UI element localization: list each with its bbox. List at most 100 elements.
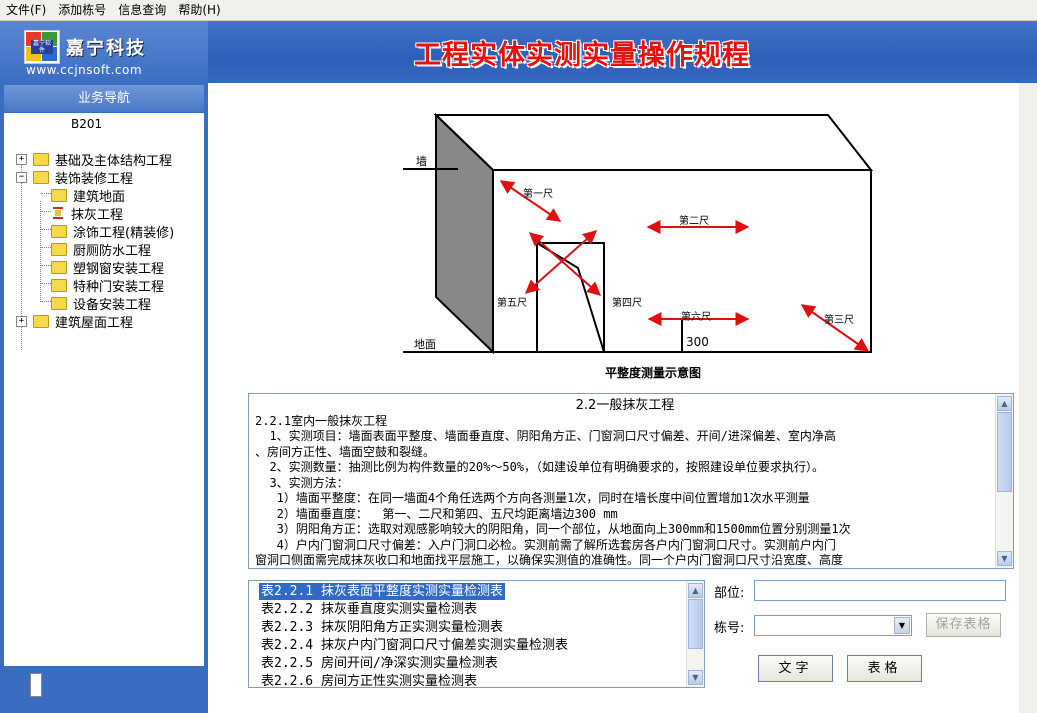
scroll-up-icon[interactable]: ▲ — [997, 396, 1012, 411]
doc-line: 1）墙面平整度：在同一墙面4个角任选两个方向各测量1次，同时在墙长度中间位置增加… — [255, 491, 810, 505]
tree-node-label: 建筑屋面工程 — [55, 315, 134, 331]
folder-icon — [51, 260, 67, 274]
ceiling-outline — [433, 114, 874, 171]
ruler-2-label: 第二尺 — [679, 214, 709, 227]
list-item[interactable]: 表2.2.3 抹灰阴阳角方正实测实量检测表 — [261, 619, 503, 636]
status-indicator — [30, 673, 42, 697]
menu-help[interactable]: 帮助(H) — [172, 0, 226, 20]
tree-node-label: 特种门安装工程 — [73, 279, 165, 295]
page-scrollbar[interactable] — [1019, 83, 1037, 713]
scroll-thumb[interactable] — [688, 599, 703, 649]
tree-root[interactable]: B201 — [71, 117, 102, 131]
tree-guide — [41, 229, 51, 230]
doc-line: 2、实测数量：抽测比例为构件数量的20%～50%，（如建设单位有明确要求的，按照… — [255, 460, 825, 474]
tree-node-label: 厨厕防水工程 — [73, 243, 152, 259]
folder-icon — [51, 278, 67, 292]
location-label: 部位: — [714, 586, 745, 601]
tree-node-label: 抹灰工程 — [71, 207, 124, 223]
building-select[interactable]: ▼ — [754, 615, 912, 636]
list-item[interactable]: 表2.2.1 抹灰表面平整度实测实量检测表 — [259, 583, 505, 600]
tree-node-foundation[interactable]: + 基础及主体结构工程 — [16, 150, 173, 169]
spec-text-area[interactable]: 2.2一般抹灰工程 2.2.1室内一般抹灰工程 1、实测项目：墙面表面平整度、墙… — [248, 393, 1014, 569]
ruler-1 — [499, 180, 562, 222]
list-item[interactable]: 表2.2.2 抹灰垂直度实测实量检测表 — [261, 601, 477, 618]
tree-node-waterproof[interactable]: 厨厕防水工程 — [51, 240, 152, 259]
tree-node-painting[interactable]: 涂饰工程(精装修) — [51, 222, 175, 241]
company-name: 嘉宁科技 — [66, 38, 146, 59]
save-table-button[interactable]: 保存表格 — [926, 613, 1001, 637]
doc-line: 、房间方正性、墙面空鼓和裂缝。 — [255, 444, 436, 459]
doc-line: 3）阴阳角方正：选取对观感影响较大的阴阳角，同一个部位，从地面向上300mm和1… — [255, 522, 851, 536]
tree-node-equipment[interactable]: 设备安装工程 — [51, 294, 152, 313]
doc-line: 2.2.1室内一般抹灰工程 — [255, 413, 388, 428]
tree-node-label: 基础及主体结构工程 — [55, 153, 173, 169]
door-frame — [536, 242, 605, 352]
ruler-4-label: 第四尺 — [612, 296, 642, 309]
doc-line: 3、实测方法： — [255, 475, 349, 490]
tree-node-roofing[interactable]: + 建筑屋面工程 — [16, 312, 134, 331]
list-scrollbar[interactable]: ▲ ▼ — [686, 581, 704, 687]
menu-info-query[interactable]: 信息查询 — [112, 0, 172, 20]
side-wall — [435, 112, 494, 355]
hourglass-icon — [53, 207, 63, 219]
tree-node-special-door[interactable]: 特种门安装工程 — [51, 276, 165, 295]
list-item[interactable]: 表2.2.5 房间开间/净深实测实量检测表 — [261, 655, 498, 672]
tree-node-window[interactable]: 塑钢窗安装工程 — [51, 258, 165, 277]
text-scrollbar[interactable]: ▲ ▼ — [995, 394, 1013, 568]
text-button[interactable]: 文字 — [758, 655, 833, 682]
ruler-6-label: 第六尺 — [681, 310, 711, 323]
folder-icon — [33, 170, 49, 184]
building-label: 栋号: — [714, 621, 745, 636]
tree-node-label: 塑钢窗安装工程 — [73, 261, 165, 277]
doc-heading: 2.2一般抹灰工程 — [575, 398, 675, 413]
tree-guide — [41, 283, 51, 284]
header-banner: 嘉宁软件 嘉宁科技 www.ccjnsoft.com 工程实体实测实量操作规程 — [0, 21, 1037, 83]
scroll-down-icon[interactable]: ▼ — [688, 670, 703, 685]
ruler-5-label: 第五尺 — [497, 296, 527, 309]
logo-badge-icon: 嘉宁软件 — [24, 30, 60, 64]
ground-label: 地面 — [414, 338, 436, 351]
tree-node-plastering[interactable]: 抹灰工程 — [51, 204, 124, 223]
menu-file[interactable]: 文件(F) — [0, 0, 52, 20]
folder-icon — [33, 314, 49, 328]
tree-guide — [41, 301, 51, 302]
folder-icon — [33, 152, 49, 166]
folder-icon — [51, 242, 67, 256]
expand-icon[interactable]: + — [16, 153, 27, 165]
tree-node-floor[interactable]: 建筑地面 — [51, 186, 125, 205]
menu-bar: 文件(F) 添加栋号 信息查询 帮助(H) — [0, 0, 1037, 21]
scroll-thumb[interactable] — [997, 412, 1012, 492]
doc-line: 窗洞口侧面需完成抹灰收口和地面找平层施工，以确保实测值的准确性。同一个户内门窗洞… — [255, 553, 844, 567]
company-logo: 嘉宁软件 嘉宁科技 www.ccjnsoft.com — [0, 21, 208, 83]
scroll-down-icon[interactable]: ▼ — [997, 551, 1012, 566]
menu-add-building[interactable]: 添加栋号 — [52, 0, 112, 20]
tree-node-label: 涂饰工程(精装修) — [73, 225, 175, 241]
list-item[interactable]: 表2.2.6 房间方正性实测实量检测表 — [261, 673, 477, 687]
tree-guide — [41, 247, 51, 248]
table-button[interactable]: 表格 — [847, 655, 922, 682]
doc-line: 2）墙面垂直度： 第一、二尺和第四、五尺均距离墙边300 mm — [255, 506, 618, 521]
nav-tree[interactable]: B201 + 基础及主体结构工程 − 装饰装修工程 建筑地面 抹灰工程 涂饰工程… — [4, 113, 204, 666]
tree-node-decoration[interactable]: − 装饰装修工程 — [16, 168, 133, 187]
table-list[interactable]: 表2.2.1 抹灰表面平整度实测实量检测表 表2.2.2 抹灰垂直度实测实量检测… — [248, 580, 705, 688]
ruler-3 — [800, 304, 870, 352]
tree-guide — [41, 265, 51, 266]
expand-icon[interactable]: + — [16, 315, 27, 327]
company-url: www.ccjnsoft.com — [26, 63, 143, 77]
location-input[interactable] — [754, 580, 1006, 601]
flatness-diagram: 墙 地面 第一尺 第二尺 第三尺 第四尺 第五尺 第六尺 300 平整度测量示意… — [403, 112, 874, 380]
dimension-label: 300 — [686, 335, 709, 349]
sidebar: 业务导航 B201 + 基础及主体结构工程 − 装饰装修工程 建筑地面 抹灰工程 — [0, 83, 208, 713]
door-leaf — [536, 242, 605, 353]
diagram-caption: 平整度测量示意图 — [605, 365, 701, 380]
folder-icon — [51, 188, 67, 202]
doc-line: 4）户内门窗洞口尺寸偏差：入户门洞口必检。实测前需了解所选套房各户内门窗洞口尺寸… — [255, 537, 836, 552]
collapse-icon[interactable]: − — [16, 171, 27, 183]
scroll-up-icon[interactable]: ▲ — [688, 583, 703, 598]
folder-icon — [51, 224, 67, 238]
list-item[interactable]: 表2.2.4 抹灰户内门窗洞口尺寸偏差实测实量检测表 — [261, 637, 568, 654]
tree-guide — [41, 193, 51, 194]
chevron-down-icon[interactable]: ▼ — [894, 617, 910, 634]
tree-node-label: 设备安装工程 — [73, 297, 152, 313]
nav-title: 业务导航 — [4, 85, 204, 112]
